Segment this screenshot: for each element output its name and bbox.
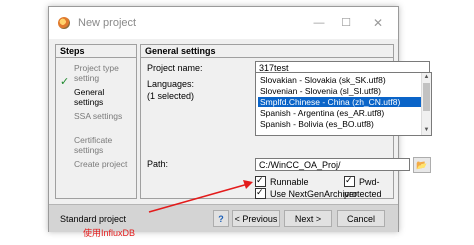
arrow-shaft <box>148 183 249 213</box>
annotation-text: 使用InfluxDB <box>83 228 136 238</box>
annotation-arrow <box>148 180 253 213</box>
arrow-head <box>243 180 253 189</box>
